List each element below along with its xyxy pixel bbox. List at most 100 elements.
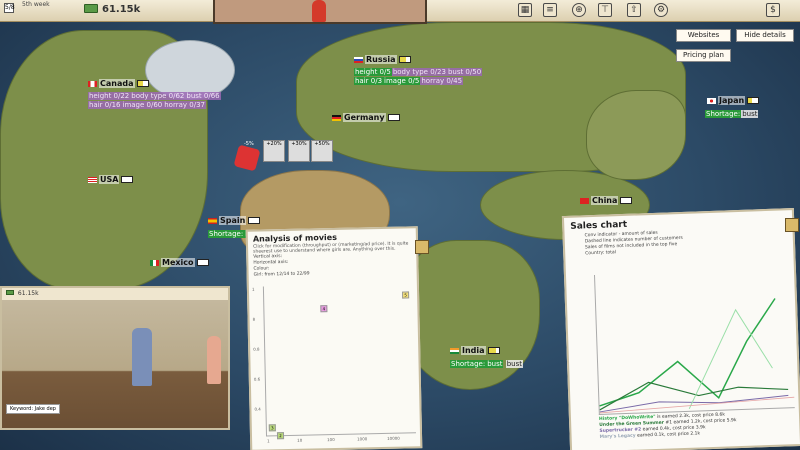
studio-room[interactable]: Keyword: Jake dep — [2, 300, 228, 428]
money-icon — [84, 4, 98, 13]
x-tick: 1 — [267, 438, 270, 444]
country-label: Russia — [365, 55, 397, 64]
world-map: 5/8 5th week 61.15k ▦ ≡ ⊕ ⊤ ⇧ ⚙ $ Websit… — [0, 0, 800, 450]
canada-flag-icon — [88, 80, 97, 87]
greenland — [145, 40, 235, 100]
scatter-plot[interactable]: 5 4 3 2 1 8 0.8 0.6 0.4 1 10 100 1000 10… — [252, 283, 416, 443]
req-height: height 0/5 — [354, 68, 392, 76]
globe-icon[interactable]: ⊕ — [572, 3, 586, 17]
y-tick: 0.8 — [253, 346, 260, 352]
discount-token[interactable]: +30% — [288, 140, 310, 162]
shortage-value: bust — [486, 360, 504, 368]
req-bust: bust 0/50 — [446, 68, 483, 76]
girl-range-label: Girl: — [253, 272, 264, 278]
battery-icon — [248, 217, 261, 224]
websites-button[interactable]: Websites — [676, 29, 731, 42]
analysis-close-icon[interactable] — [415, 240, 429, 254]
country-label: India — [461, 346, 486, 355]
discount-token[interactable]: +20% — [263, 140, 285, 162]
shortage-label: Shortage: — [705, 110, 742, 118]
japan-shortage: Shortage: bust — [705, 110, 759, 119]
y-tick: 0.4 — [254, 406, 261, 412]
russia-flag-icon — [354, 56, 363, 63]
battery-icon — [196, 259, 209, 266]
country-label: Germany — [343, 113, 386, 122]
money-display: 61.15k — [102, 4, 141, 15]
newspaper-icon[interactable]: ≡ — [543, 3, 557, 17]
scatter-point[interactable]: 5 — [402, 291, 410, 299]
country-label: USA — [99, 175, 120, 184]
search-box[interactable]: Keyword: Jake dep — [6, 404, 60, 414]
scatter-point[interactable]: 4 — [320, 305, 328, 313]
req-hair: hair 0/3 — [354, 77, 384, 85]
studio-top-bar: 61.15k — [2, 288, 228, 300]
req-horray: horray 0/37 — [163, 101, 206, 109]
country-mexico[interactable]: Mexico — [150, 258, 209, 267]
japan-flag-icon — [707, 97, 716, 104]
battery-icon — [747, 97, 760, 104]
shortage-value: bust — [741, 110, 759, 118]
country-filter-value[interactable]: total — [606, 250, 616, 255]
sales-plot — [593, 268, 795, 415]
country-label: Japan — [718, 96, 746, 105]
req-body-type: body type 0/23 — [391, 68, 447, 76]
discount-token[interactable] — [233, 144, 261, 172]
country-germany[interactable]: Germany — [332, 113, 400, 122]
upload-icon[interactable]: ⇧ — [627, 3, 641, 17]
battery-icon — [398, 56, 411, 63]
country-label: Mexico — [161, 258, 195, 267]
germany-flag-icon — [332, 114, 341, 121]
canada-requirements: height 0/22 body type 0/62 bust 0/66 hair … — [88, 92, 221, 110]
movie-list: History "DoWhoWrite" is earned 2.3k, cos… — [571, 410, 800, 442]
country-filter-label: Country: — [585, 250, 605, 257]
india-flag-icon — [450, 347, 459, 354]
country-usa[interactable]: USA — [88, 175, 134, 184]
shortage-label: Shortage: — [208, 230, 245, 238]
settings-icon[interactable]: ⚙ — [654, 3, 668, 17]
india-shortage: Shortage: bust bust — [450, 360, 523, 369]
analysis-window[interactable]: Analysis of movies Click for modificatio… — [245, 226, 423, 450]
country-russia[interactable]: Russia — [354, 55, 411, 64]
req-height: height 0/22 — [88, 92, 131, 100]
scatter-point[interactable]: 3 — [268, 424, 276, 432]
hide-details-button[interactable]: Hide details — [736, 29, 794, 42]
spain-flag-icon — [208, 217, 217, 224]
battery-icon — [620, 197, 633, 204]
studio-window[interactable]: 61.15k Keyword: Jake dep — [0, 286, 230, 430]
russia-requirements: height 0/5 body type 0/23 bust 0/50 hair 0… — [354, 68, 483, 86]
movie-info: earned 0.1k, cost price 2.1k — [637, 431, 701, 439]
discount-label: -5% — [244, 141, 254, 147]
actress-figure[interactable] — [207, 336, 221, 384]
req-hair: hair 0/16 — [88, 101, 122, 109]
movie-name: Mary's Legacy — [599, 433, 636, 440]
studio-money-icon — [6, 290, 14, 295]
money-stack-icon[interactable]: $ — [766, 3, 780, 17]
country-china[interactable]: China — [580, 196, 633, 205]
country-spain[interactable]: Spain — [208, 216, 261, 225]
china-flag-icon — [580, 197, 589, 204]
req-bust: bust 0/66 — [185, 92, 221, 100]
req-image: image 0/5 — [383, 77, 421, 85]
mexico-flag-icon — [150, 259, 159, 266]
x-tick: 100 — [327, 437, 335, 443]
sales-close-icon[interactable] — [785, 218, 799, 232]
actor-figure[interactable] — [132, 328, 152, 386]
country-japan[interactable]: Japan — [707, 96, 760, 105]
req-horray: horray 0/45 — [420, 77, 464, 85]
y-tick: 0.6 — [253, 376, 261, 382]
sales-chart-window[interactable]: Sales chart Conv indicator - amount of s… — [561, 208, 800, 450]
req-image: image 0/60 — [121, 101, 164, 109]
country-label: China — [591, 196, 619, 205]
heroine-portrait[interactable] — [213, 0, 427, 24]
map-icon[interactable]: ▦ — [518, 3, 532, 17]
x-tick: 10 — [297, 437, 303, 443]
country-india[interactable]: India — [450, 346, 500, 355]
battery-icon — [387, 114, 400, 121]
country-canada[interactable]: Canada — [88, 79, 149, 88]
country-label: Canada — [99, 79, 135, 88]
battery-icon — [121, 176, 134, 183]
shirt-icon[interactable]: ⊤ — [598, 3, 612, 17]
pricing-plan-button[interactable]: Pricing plan — [676, 49, 731, 62]
discount-token[interactable]: +50% — [311, 140, 333, 162]
scatter-point[interactable]: 2 — [276, 432, 285, 440]
